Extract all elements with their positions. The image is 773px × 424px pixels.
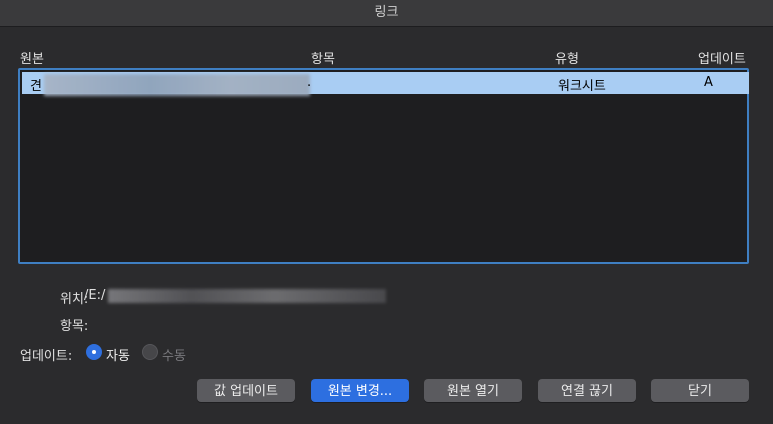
radio-automatic[interactable] (86, 344, 102, 360)
column-header-source[interactable]: 원본 (20, 48, 44, 67)
cell-update: A (704, 75, 713, 90)
redacted-path (108, 289, 386, 303)
update-values-button[interactable]: 값 업데이트 (197, 379, 295, 402)
links-table[interactable]: 견 . 워크시트 A (18, 68, 749, 264)
close-button[interactable]: 닫기 (651, 379, 749, 402)
open-source-button[interactable]: 원본 열기 (424, 379, 522, 402)
cell-type: 워크시트 (558, 79, 606, 94)
window-title: 링크 (0, 0, 773, 27)
table-header: 원본 항목 유형 업데이트 (0, 48, 773, 67)
location-value: /E:/ (84, 288, 106, 303)
radio-manual-label: 수동 (162, 349, 186, 364)
cell-source: 견 (30, 79, 42, 94)
radio-automatic-label[interactable]: 자동 (106, 345, 130, 364)
table-row[interactable]: 견 . 워크시트 A (22, 72, 749, 96)
change-source-button[interactable]: 원본 변경... (311, 379, 409, 402)
update-label: 업데이트: (20, 349, 73, 364)
column-header-type[interactable]: 유형 (555, 48, 579, 67)
column-header-item[interactable]: 항목 (311, 48, 335, 67)
item-label: 항목: (60, 319, 89, 334)
cell-item: . (307, 75, 312, 90)
radio-manual (142, 344, 158, 360)
break-link-button[interactable]: 연결 끊기 (538, 379, 636, 402)
redacted-text (44, 74, 310, 96)
column-header-update[interactable]: 업데이트 (698, 48, 746, 67)
